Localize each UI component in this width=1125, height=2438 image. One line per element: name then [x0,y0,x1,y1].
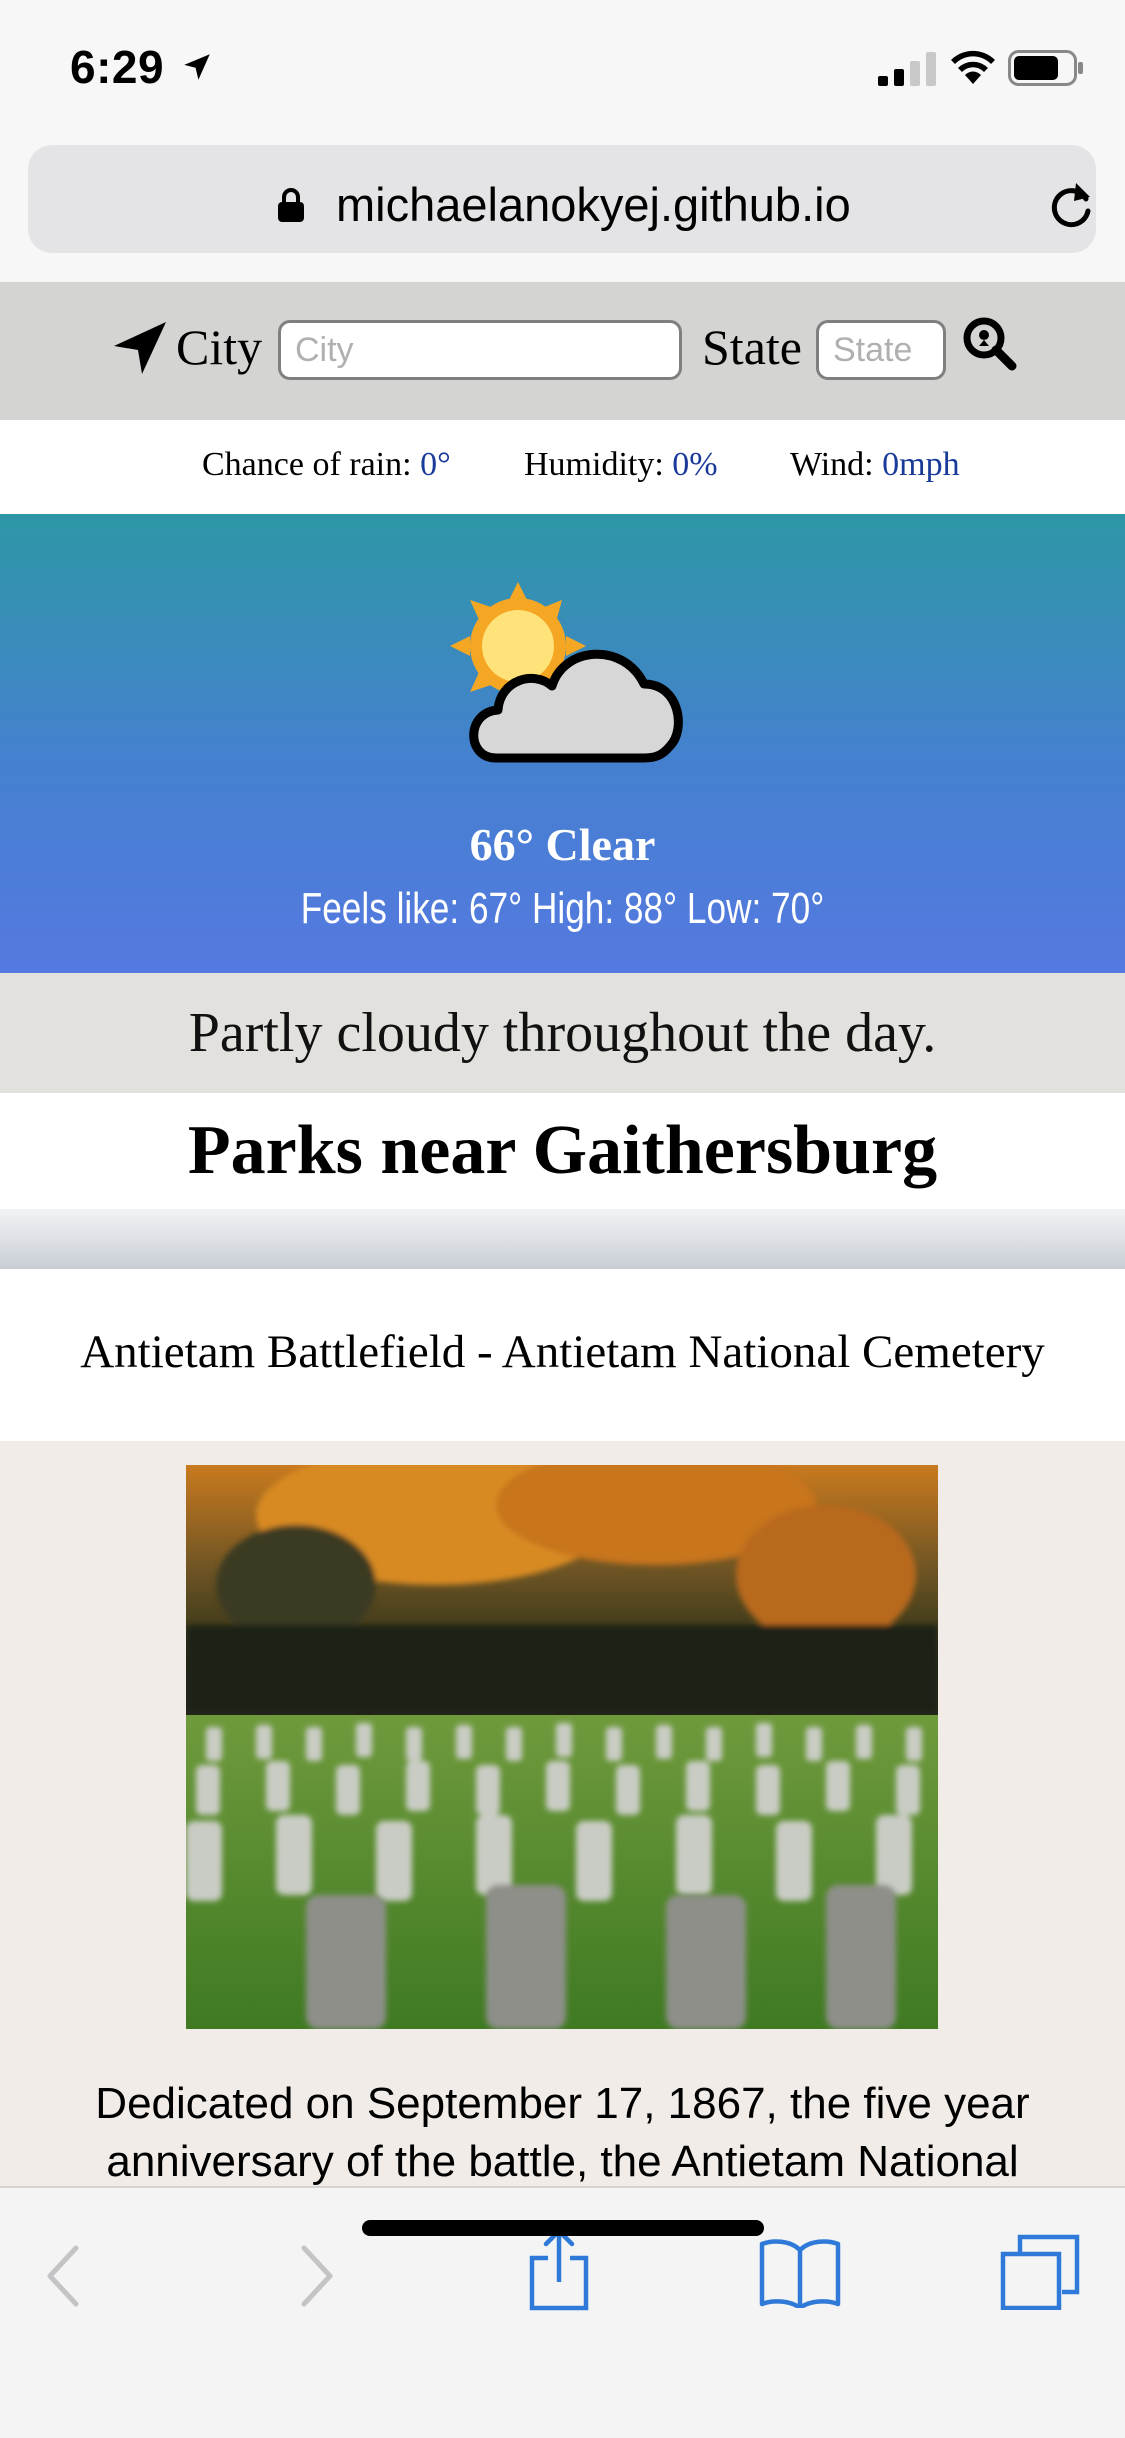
city-input[interactable] [278,320,682,380]
wind-stat: Wind: 0mph [790,446,960,484]
humidity-label: Humidity: [524,446,664,483]
location-search-bar: City State [0,282,1125,420]
section-divider [0,1209,1125,1269]
temp-condition: 66° Clear [469,819,656,870]
tabs-icon[interactable] [1000,2234,1080,2310]
state-input[interactable] [816,320,946,380]
partly-cloudy-icon [450,582,683,763]
humidity-value: 0% [672,446,718,483]
reload-icon[interactable] [1046,179,1096,233]
park-card-body: Dedicated on September 17, 1867, the fiv… [0,1441,1125,2191]
park-description: Dedicated on September 17, 1867, the fiv… [95,2079,1030,2186]
wifi-icon [951,50,995,84]
weather-stats: Chance of rain: 0° Humidity: 0% Wind: 0m… [0,420,1125,514]
battery-icon [1008,50,1083,86]
signal-icon [878,52,936,86]
current-weather-panel: 66° Clear Feels like: 67° High: 88° Low:… [0,514,1125,973]
wind-label: Wind: [790,446,874,483]
share-icon[interactable] [526,2228,592,2312]
rain-label: Chance of rain: [202,446,412,483]
back-icon[interactable] [44,2244,84,2308]
wind-value: 0mph [882,446,960,483]
navigation-arrow-icon[interactable] [112,320,168,376]
park-card-header: Antietam Battlefield - Antietam National… [0,1269,1125,1441]
park-title[interactable]: Antietam Battlefield - Antietam National… [0,1325,1125,1379]
parks-heading: Parks near Gaithersburg [0,1093,1125,1209]
city-label: City [176,319,263,375]
cemetery-photo [186,1465,938,2029]
status-time: 6:29 [70,41,165,93]
lock-icon [278,188,304,222]
url-text: michaelanokyej.github.io [336,178,851,231]
status-bar: 6:29 [0,0,1125,135]
state-label: State [702,319,802,375]
home-indicator[interactable] [362,2220,764,2236]
location-arrow-icon [184,54,210,80]
bookmarks-icon[interactable] [758,2236,842,2308]
browser-url-area: michaelanokyej.github.io [0,135,1125,284]
weather-summary: Partly cloudy throughout the day. [0,973,1125,1093]
feels-like-line: Feels like: 67° High: 88° Low: 70° [300,884,825,933]
humidity-stat: Humidity: 0% [524,446,718,484]
rain-value: 0° [420,446,451,483]
url-field[interactable]: michaelanokyej.github.io [28,145,1096,253]
forward-icon[interactable] [296,2244,336,2308]
search-icon[interactable] [962,316,1018,372]
rain-stat: Chance of rain: 0° [202,446,451,484]
